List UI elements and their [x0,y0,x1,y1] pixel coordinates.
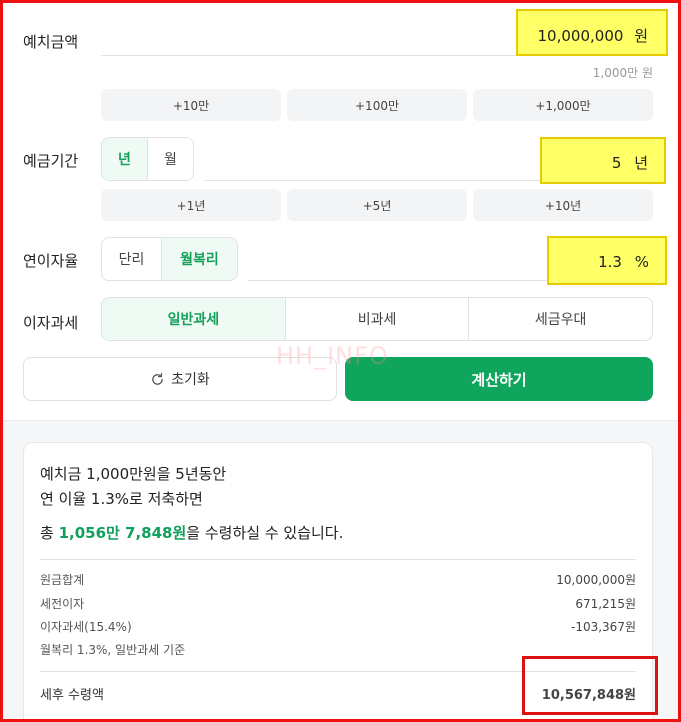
pretax-interest-label: 세전이자 [40,597,85,611]
deposit-input[interactable]: 10,000,000 원 [516,9,668,56]
rate-underline [248,280,548,281]
result-total-amount: 1,056만 7,848원 [58,524,187,542]
principal-label: 원금합계 [40,573,85,587]
rate-unit: % [634,253,649,271]
period-underline [204,180,540,181]
deposit-add-100k-button[interactable]: +10만 [101,89,281,121]
refresh-icon [150,372,165,387]
result-total-suffix: 을 수령하실 수 있습니다. [186,524,344,542]
reset-label: 초기화 [171,372,210,388]
result-row: 원금합계 10,000,000원 [40,571,636,591]
monthly-compound-tab[interactable]: 월복리 [162,238,237,280]
final-amount-label: 세후 수령액 [40,688,104,703]
result-summary-line1: 예치금 1,000만원을 5년동안 [40,465,227,483]
period-add-1y-button[interactable]: +1년 [101,189,281,221]
interest-tax-label: 이자과세(15.4%) [40,620,132,634]
result-summary-line3: 총 1,056만 7,848원을 수령하실 수 있습니다. [40,522,343,543]
deposit-underline [101,55,517,56]
rate-type-toggle: 단리 월복리 [101,237,238,281]
period-month-tab[interactable]: 월 [148,138,193,180]
rate-label: 연이자율 [23,252,79,270]
deposit-label: 예치금액 [23,33,79,51]
tax-label: 이자과세 [23,314,79,332]
result-row: 이자과세(15.4%) -103,367원 [40,618,636,638]
result-summary-line2: 연 이율 1.3%로 저축하면 [40,490,203,508]
deposit-hint: 1,000만 원 [592,66,653,80]
deposit-add-10m-button[interactable]: +1,000만 [473,89,653,121]
interest-tax-value: -103,367원 [571,620,636,634]
tax-free-option[interactable]: 비과세 [286,298,470,340]
result-row: 세전이자 671,215원 [40,595,636,615]
tax-preferential-option[interactable]: 세금우대 [469,298,652,340]
rate-value: 1.3 [598,253,622,271]
final-amount-annotation-box [522,656,658,715]
deposit-value: 10,000,000 [537,27,624,45]
period-input[interactable]: 5 년 [540,137,666,184]
calculate-button[interactable]: 계산하기 [345,357,653,401]
tax-general-option[interactable]: 일반과세 [102,298,286,340]
period-label: 예금기간 [23,152,79,170]
deposit-unit: 원 [634,27,648,45]
pretax-interest-value: 671,215원 [575,597,636,611]
watermark: HH_INFO [276,342,389,370]
period-unit: 년 [634,154,648,172]
period-year-tab[interactable]: 년 [102,138,148,180]
principal-value: 10,000,000원 [556,573,636,587]
tax-type-selector: 일반과세 비과세 세금우대 [101,297,653,341]
deposit-add-1m-button[interactable]: +100만 [287,89,467,121]
result-divider [40,559,636,560]
result-total-prefix: 총 [40,524,59,542]
period-unit-toggle: 년 월 [101,137,194,181]
period-value: 5 [611,154,622,172]
period-add-5y-button[interactable]: +5년 [287,189,467,221]
rate-input[interactable]: 1.3 % [547,236,667,285]
period-add-10y-button[interactable]: +10년 [473,189,653,221]
simple-interest-tab[interactable]: 단리 [102,238,162,280]
